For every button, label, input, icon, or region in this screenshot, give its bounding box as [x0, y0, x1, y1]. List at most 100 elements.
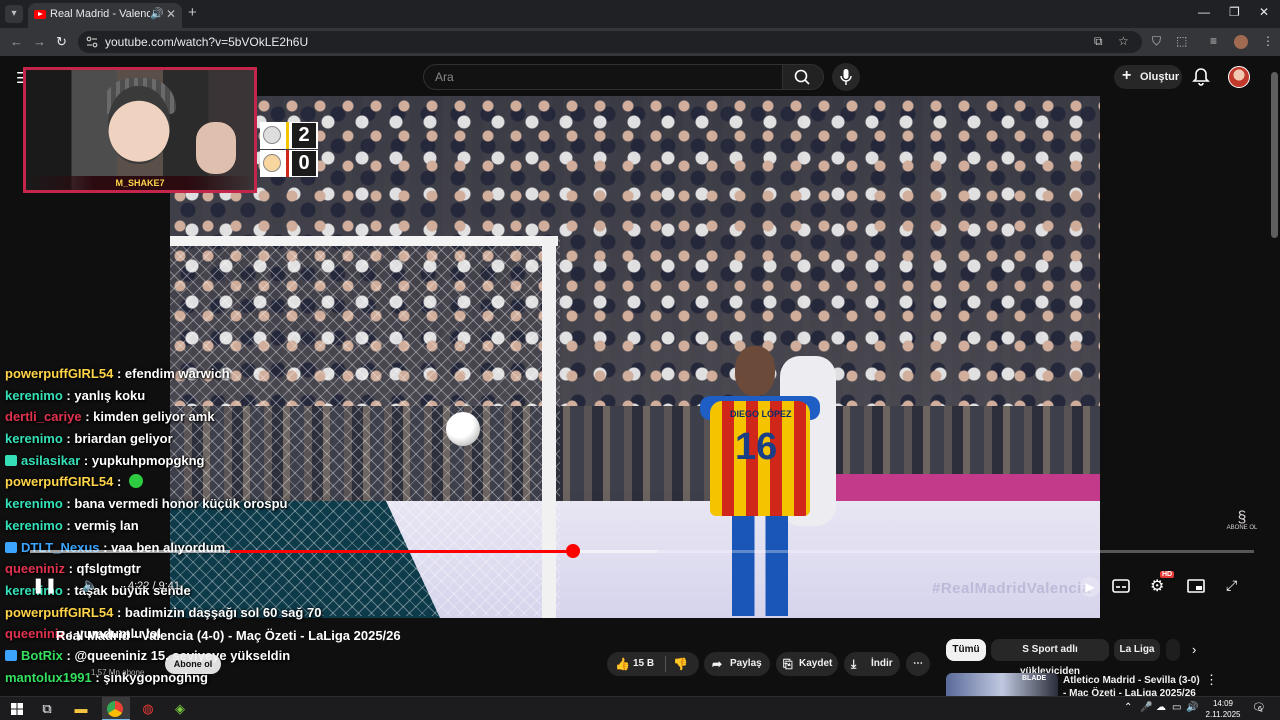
site-info-icon[interactable] — [86, 36, 98, 48]
star-icon[interactable]: ☆ — [1118, 34, 1129, 48]
kebab-icon[interactable]: ⋮ — [1205, 672, 1218, 688]
chat-username[interactable]: asilasikar — [21, 453, 80, 468]
chat-badge-icon — [5, 649, 17, 661]
like-count[interactable]: 15 B — [633, 652, 654, 676]
chat-message: asilasikar : yupkuhpmopgkng — [5, 453, 425, 475]
app-icon[interactable]: ◍ — [139, 700, 157, 718]
streamer-name: M_SHAKE7 — [26, 176, 254, 190]
extensions-icon[interactable]: ⬚ — [1176, 34, 1187, 48]
address-bar[interactable]: youtube.com/watch?v=5bVOkLE2h6U ⧉ ☆ — [78, 31, 1142, 53]
page-scrollbar[interactable] — [1271, 72, 1278, 238]
download-button[interactable]: ⤓ İndir — [844, 652, 900, 676]
chat-username[interactable]: mantolux1991 — [5, 670, 92, 685]
chrome-icon[interactable] — [107, 701, 123, 717]
pause-icon[interactable]: ❚❚ — [32, 576, 57, 594]
chat-username[interactable]: kerenimo — [5, 388, 63, 403]
chat-username[interactable]: kerenimo — [5, 496, 63, 511]
chip-all[interactable]: Tümü — [946, 639, 986, 661]
notification-icon[interactable]: 🗨 6 — [1252, 701, 1266, 715]
install-icon[interactable]: ⧉ — [1094, 34, 1103, 49]
subscribe-watermark[interactable]: § ABONE OL — [1226, 510, 1258, 539]
kebab-icon[interactable]: ⋮ — [1262, 34, 1274, 48]
chat-username[interactable]: kerenimo — [5, 431, 63, 446]
chat-separator: : — [62, 647, 75, 663]
chip-uploader[interactable]: S Sport adlı yükleyiciden — [991, 639, 1109, 677]
recommended-thumbnail[interactable]: BLADE — [946, 673, 1058, 696]
windows-start-icon[interactable] — [8, 700, 26, 718]
app-stack-icon[interactable]: ◈ — [171, 700, 189, 718]
chat-message: dertli_cariye : kimden geliyor amk — [5, 409, 425, 431]
cloud-icon[interactable]: ☁ — [1156, 702, 1166, 713]
chat-message: kerenimo : vermiş lan — [5, 518, 425, 540]
chip-overflow[interactable] — [1166, 639, 1180, 661]
chevron-right-icon[interactable]: › — [1192, 642, 1196, 657]
microphone-tray-icon[interactable]: 🎤 — [1140, 702, 1152, 713]
goal-post — [542, 236, 556, 618]
chat-separator: : — [81, 409, 94, 425]
progress-scrubber[interactable] — [566, 544, 580, 558]
like-dislike-group: 👍 15 B 👎 — [607, 652, 699, 676]
away-score: 0 — [292, 151, 316, 176]
file-explorer-icon[interactable]: ▬ — [72, 700, 90, 718]
audio-icon[interactable]: 🔊 — [150, 7, 164, 20]
plus-icon[interactable]: + — [188, 5, 197, 21]
profile-icon[interactable] — [1234, 35, 1248, 49]
volume-icon[interactable]: 🔈 — [82, 577, 98, 593]
chat-text: yupkuhpmopgkng — [91, 452, 205, 468]
like-icon[interactable]: 👍 — [615, 652, 630, 676]
youtube-favicon-icon — [34, 10, 46, 19]
shield-icon[interactable]: ⛉ — [1152, 34, 1161, 49]
back-icon[interactable]: ← — [10, 34, 23, 50]
shirt-number: 16 — [735, 426, 778, 468]
close-icon[interactable]: ✕ — [166, 7, 176, 21]
voice-search-button[interactable] — [832, 63, 860, 91]
chip-laliga[interactable]: La Liga — [1114, 639, 1160, 661]
forward-icon[interactable]: → — [33, 34, 46, 50]
clock-date: 2.11.2025 — [1205, 710, 1241, 719]
chat-username[interactable]: dertli_cariye — [5, 409, 82, 424]
search-input[interactable]: Ara — [423, 64, 783, 90]
chat-message: powerpuffGIRL54 : efendim warwich — [5, 366, 425, 388]
more-actions-button[interactable]: ⋯ — [906, 652, 930, 676]
dislike-icon[interactable]: 👎 — [673, 652, 688, 676]
plus-icon: + — [1122, 67, 1132, 84]
chat-username[interactable]: powerpuffGIRL54 — [5, 605, 113, 620]
task-view-icon[interactable]: ⧉ — [38, 700, 56, 718]
autoplay-toggle-icon[interactable]: ▶ — [1080, 577, 1100, 597]
tray-chevron-icon[interactable]: ⌃ — [1124, 702, 1132, 713]
taskbar-clock[interactable]: 14:09 2.11.2025 — [1200, 698, 1246, 720]
create-label: Oluştur — [1140, 71, 1180, 83]
network-icon[interactable]: ▭ — [1172, 702, 1181, 713]
speaker-icon[interactable]: 🔊 — [1186, 702, 1198, 713]
create-button[interactable]: + Oluştur — [1114, 65, 1182, 89]
chat-username[interactable]: powerpuffGIRL54 — [5, 474, 113, 489]
recommended-title[interactable]: Atletico Madrid - Sevilla (3-0) - Maç Öz… — [1063, 674, 1201, 696]
more-icon: ⋯ — [913, 658, 923, 669]
chat-username[interactable]: queeniniz — [5, 561, 65, 576]
avatar[interactable] — [1228, 66, 1250, 88]
fullscreen-icon[interactable]: ⤢ — [1226, 577, 1237, 594]
tab-search-icon[interactable]: ▾ — [5, 5, 23, 23]
close-window-icon[interactable]: ✕ — [1259, 5, 1269, 19]
chat-message: kerenimo : yanlış koku — [5, 388, 425, 410]
chat-username[interactable]: BotRix — [21, 648, 63, 663]
save-button[interactable]: ⎘ Kaydet — [776, 652, 838, 676]
subtitles-icon[interactable] — [1112, 578, 1130, 594]
minimize-icon[interactable]: — — [1198, 5, 1210, 19]
chat-username[interactable]: kerenimo — [5, 518, 63, 533]
subscribe-button[interactable]: Abone ol — [165, 654, 221, 674]
share-button[interactable]: ➦ Paylaş — [704, 652, 770, 676]
bell-icon[interactable] — [1191, 67, 1211, 87]
chat-message: powerpuffGIRL54 : badimizin daşşağı sol … — [5, 605, 425, 627]
browser-tab[interactable]: Real Madrid - Valencia (4-0) 🔊 ✕ — [28, 3, 182, 28]
away-color-bar — [286, 150, 289, 177]
reload-icon[interactable]: ↻ — [56, 34, 67, 50]
miniplayer-icon[interactable] — [1187, 578, 1205, 594]
chat-username[interactable]: powerpuffGIRL54 — [5, 366, 113, 381]
settings-gear-icon[interactable]: ⚙ — [1150, 576, 1164, 596]
search-button[interactable] — [782, 64, 824, 90]
chat-message: kerenimo : briardan geliyor — [5, 431, 425, 453]
tab-strip-icon[interactable]: ≡ — [1210, 34, 1217, 48]
microphone-icon — [840, 69, 852, 85]
restore-icon[interactable]: ❐ — [1229, 5, 1240, 19]
